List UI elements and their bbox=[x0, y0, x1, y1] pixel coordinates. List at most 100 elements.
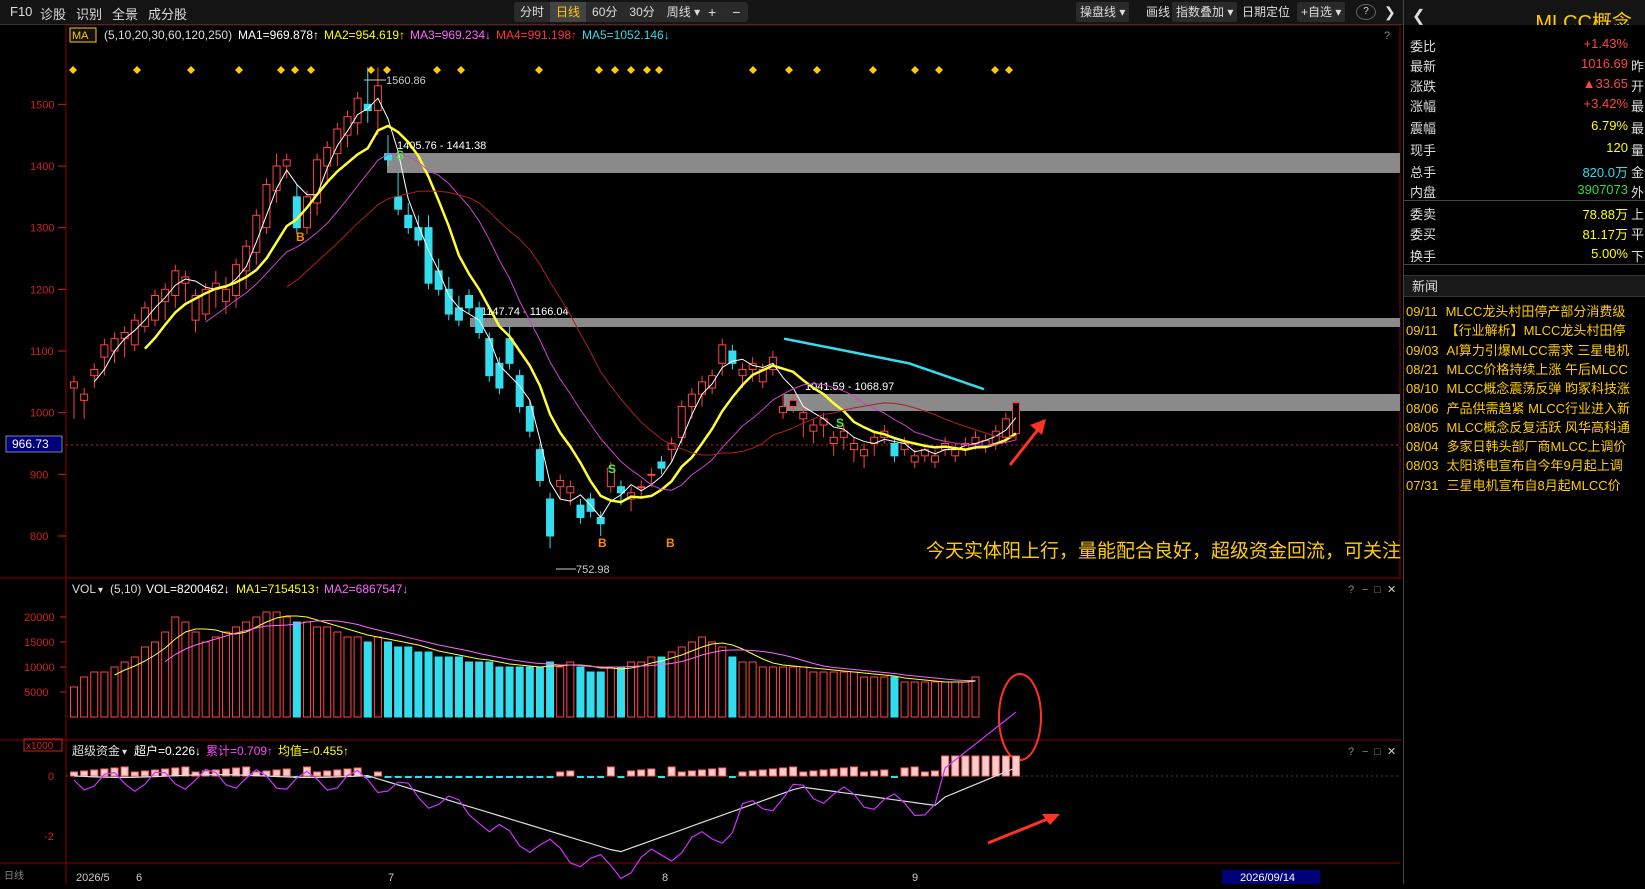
news-item[interactable]: 09/11 MLCC龙头村田停产部分消费级 bbox=[1406, 301, 1645, 321]
index-overlay-dropdown[interactable]: 指数叠加 ▾ bbox=[1172, 2, 1238, 22]
volume-bar bbox=[373, 636, 382, 718]
news-item[interactable]: 07/31 三星电机宣布自8月起MLCC价 bbox=[1406, 475, 1645, 495]
candle-body bbox=[90, 369, 99, 377]
zoom-out-button[interactable]: − bbox=[724, 2, 748, 22]
volume-bar bbox=[242, 621, 251, 718]
quote-value: +1.43% bbox=[1583, 36, 1628, 51]
news-date: 07/31 bbox=[1406, 477, 1439, 493]
volume-bar bbox=[252, 616, 261, 718]
tab-intraday[interactable]: 分时 bbox=[514, 2, 550, 22]
volume-bar bbox=[161, 631, 170, 718]
signal-diamond bbox=[935, 66, 943, 74]
flow-dropdown-icon: ▾ bbox=[122, 747, 127, 758]
flow-junzhi: 均值=-0.455↑ bbox=[278, 743, 349, 758]
candle-body bbox=[819, 418, 828, 426]
price-tick-label: 1100 bbox=[30, 346, 54, 358]
zoom-controls: + − bbox=[700, 2, 749, 22]
flow-bar-positive bbox=[819, 769, 828, 777]
flow-bar-positive bbox=[687, 770, 696, 777]
identify-button[interactable]: 识别 bbox=[76, 4, 102, 23]
volume-panel: VOL ▾ (5,10) VOL=8200462↓ MA1=7154513↑ M… bbox=[23, 582, 1396, 761]
volume-bar bbox=[302, 621, 311, 718]
flow-bar-positive bbox=[920, 771, 929, 777]
diagnose-button[interactable]: 诊股 bbox=[40, 4, 66, 23]
zoom-in-button[interactable]: + bbox=[700, 2, 724, 22]
quote-row: 委买 81.17万 平 bbox=[1408, 221, 1645, 243]
vol-title: VOL bbox=[72, 582, 96, 596]
candle-body bbox=[647, 473, 656, 476]
flow-bar-negative bbox=[435, 776, 443, 778]
price-panel-frame bbox=[65, 24, 1401, 579]
volume-bar bbox=[181, 621, 190, 718]
candle-body bbox=[444, 288, 453, 315]
signal-diamond bbox=[187, 66, 195, 74]
volume-bar bbox=[485, 661, 494, 718]
tab-30min[interactable]: 30分 bbox=[623, 2, 660, 22]
flow-bar-positive bbox=[698, 769, 706, 777]
volume-bar bbox=[941, 681, 950, 718]
flow-bar-positive bbox=[667, 766, 676, 777]
volume-bar bbox=[657, 656, 666, 718]
volume-bar bbox=[880, 676, 889, 718]
sidebar-back-icon[interactable]: ❮ bbox=[1412, 6, 1425, 26]
cursor-date: 2026/09/14 bbox=[1240, 872, 1295, 884]
volume-bar bbox=[839, 671, 848, 718]
tab-daily[interactable]: 日线 bbox=[550, 2, 587, 22]
news-item[interactable]: 08/21 MLCC价格持续上涨 午后MLCC bbox=[1406, 359, 1645, 379]
flow-help-icon: ? bbox=[1348, 746, 1354, 758]
flow-bar-negative bbox=[516, 776, 524, 778]
flow-bar-positive bbox=[758, 769, 767, 777]
news-item[interactable]: 08/05 MLCC概念反复活跃 风华高科通 bbox=[1406, 417, 1645, 437]
candle-body bbox=[394, 196, 403, 210]
candle-body bbox=[434, 270, 443, 290]
resistance-zone-2 bbox=[470, 318, 1400, 327]
news-header[interactable]: 新闻 bbox=[1404, 275, 1645, 297]
candle-body bbox=[900, 443, 909, 451]
flow-bar-positive bbox=[606, 766, 615, 777]
vol-maximize-icon: □ bbox=[1374, 584, 1381, 596]
draw-line-button[interactable]: 画线 bbox=[1142, 2, 1174, 22]
news-item[interactable]: 09/03 AI算力引爆MLCC需求 三星电机 bbox=[1406, 340, 1645, 360]
chart-area[interactable]: MA (5,10,20,30,60,120,250) MA1=969.878↑ … bbox=[0, 24, 1402, 884]
chart-svg[interactable]: MA (5,10,20,30,60,120,250) MA1=969.878↑ … bbox=[0, 24, 1402, 884]
constituents-button[interactable]: 成分股 bbox=[148, 4, 187, 23]
candle-body bbox=[70, 381, 78, 389]
candle-body bbox=[1001, 418, 1010, 438]
signal-diamond bbox=[457, 66, 465, 74]
operation-line-dropdown[interactable]: 操盘线 ▾ bbox=[1076, 2, 1130, 22]
news-item[interactable]: 08/03 太阳诱电宣布自今年9月起上调 bbox=[1406, 455, 1645, 475]
flow-bar-positive bbox=[637, 769, 646, 777]
vol-minimize-icon: − bbox=[1362, 584, 1368, 596]
price-tick-label: 1000 bbox=[30, 408, 54, 420]
collapse-arrow-icon[interactable]: ❯ bbox=[1380, 2, 1400, 22]
flow-bar-positive bbox=[779, 767, 788, 777]
flow-bar-positive bbox=[171, 767, 180, 777]
news-item[interactable]: 08/10 MLCC概念震荡反弹 昀冢科技涨 bbox=[1406, 378, 1645, 398]
panorama-button[interactable]: 全景 bbox=[112, 4, 138, 23]
flow-bar-negative bbox=[485, 776, 493, 778]
candle-body bbox=[465, 295, 474, 309]
tab-60min[interactable]: 60分 bbox=[586, 2, 623, 22]
flow-bar-negative bbox=[536, 776, 544, 778]
volume-bar bbox=[961, 681, 970, 718]
volume-bar bbox=[738, 661, 747, 718]
flow-bar-positive bbox=[900, 767, 909, 777]
watchlist-dropdown[interactable]: +自选 ▾ bbox=[1297, 2, 1346, 22]
flow-bar-positive bbox=[829, 768, 838, 777]
news-item[interactable]: 09/11 【行业解析】MLCC龙头村田停 bbox=[1406, 320, 1645, 340]
help-icon[interactable]: ? bbox=[1356, 4, 1376, 20]
ma2-value: MA2=954.619↑ bbox=[324, 28, 405, 42]
candle-body bbox=[789, 399, 798, 408]
flow-tick-0: 0 bbox=[48, 771, 54, 783]
flow-bar-positive bbox=[738, 771, 747, 777]
signal-diamond bbox=[535, 66, 543, 74]
date-locate-button[interactable]: 日期定位 bbox=[1238, 2, 1294, 22]
f10-button[interactable]: F10 bbox=[10, 4, 32, 19]
volume-bar bbox=[637, 661, 646, 718]
date-label-3: 8 bbox=[662, 872, 668, 884]
candle-body bbox=[546, 498, 555, 537]
news-item[interactable]: 08/06 产品供需趋紧 MLCC行业进入新 bbox=[1406, 398, 1645, 418]
quote-row: 内盘 3907073 外 bbox=[1408, 179, 1645, 201]
flow-bar-negative bbox=[728, 776, 736, 778]
news-item[interactable]: 08/04 多家日韩头部厂商MLCC上调价 bbox=[1406, 436, 1645, 456]
